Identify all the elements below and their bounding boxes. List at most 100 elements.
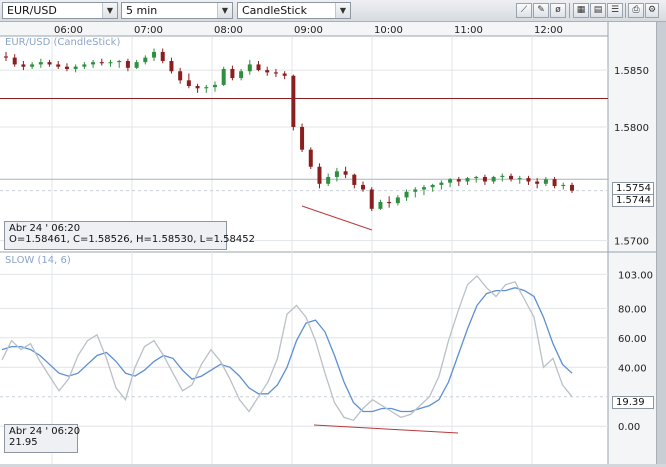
candle-body <box>56 64 61 67</box>
chevron-down-icon[interactable]: ▼ <box>335 3 350 18</box>
candle-body <box>178 71 183 81</box>
candle-body <box>221 68 226 85</box>
candle-body <box>265 70 270 73</box>
candle-body <box>300 126 305 150</box>
interval-select[interactable]: 5 min ▼ <box>121 2 233 19</box>
candle-body <box>4 56 8 58</box>
print-icon[interactable]: ⎙ <box>628 3 644 18</box>
candle-body <box>12 57 17 65</box>
candle-body <box>91 62 96 65</box>
candle-body <box>273 72 278 74</box>
price-tick-label: 1.5800 <box>614 123 649 134</box>
candle-body <box>204 87 209 89</box>
candle-body <box>134 62 139 68</box>
osc-info-value: 21.95 <box>9 437 38 448</box>
candle-body <box>517 178 522 180</box>
candle-body <box>64 66 69 69</box>
candle-body <box>152 51 157 58</box>
candle-body <box>212 84 217 88</box>
toolbar: EUR/USD ▼ 5 min ▼ CandleStick ▼ ⟋ ✎ ø ▦ … <box>0 0 666 22</box>
candle-body <box>482 176 487 182</box>
time-tick-label: 10:00 <box>374 25 403 36</box>
toolbar-divider <box>569 3 570 18</box>
candle-body <box>395 197 400 204</box>
oscillator-tick-label: 40.00 <box>618 363 647 374</box>
candle-body <box>256 64 261 71</box>
erase-icon[interactable]: ø <box>550 3 566 18</box>
candle-body <box>247 64 252 72</box>
chart-type-select[interactable]: CandleStick ▼ <box>237 2 351 19</box>
chevron-down-icon[interactable]: ▼ <box>217 3 232 18</box>
candle-body <box>352 174 357 185</box>
candle-body <box>143 57 148 63</box>
candle-body <box>239 71 244 79</box>
price-tick-label: 1.5850 <box>614 66 649 77</box>
osc-info-date: Abr 24 ' 06:20 <box>9 426 81 437</box>
price-info-ohlc: O=1.58461, C=1.58526, H=1.58530, L=1.584… <box>9 234 255 245</box>
candle-body <box>439 182 444 185</box>
time-tick-label: 06:00 <box>54 25 83 36</box>
candle-body <box>195 86 200 89</box>
price-info-date: Abr 24 ' 06:20 <box>9 223 81 234</box>
osc-info-box: Abr 24 ' 06:20 21.95 <box>4 424 81 453</box>
candle-body <box>570 184 574 191</box>
candle-body <box>361 184 366 190</box>
candle-body <box>73 66 78 69</box>
candle-body <box>421 187 426 190</box>
candle-body <box>326 176 331 184</box>
candle-body <box>160 51 165 62</box>
symbol-select[interactable]: EUR/USD ▼ <box>2 2 118 19</box>
candle-body <box>404 191 409 198</box>
symbol-value: EUR/USD <box>7 4 57 17</box>
pencil-icon[interactable]: ✎ <box>533 3 549 18</box>
candle-body <box>30 64 35 67</box>
candle-body <box>334 171 339 177</box>
candle-body <box>230 68 235 79</box>
settings-icon[interactable]: ⚙ <box>645 3 659 18</box>
candle-body <box>308 149 313 167</box>
candle-body <box>387 201 392 204</box>
candle-body <box>413 189 418 192</box>
candle-body <box>108 62 113 64</box>
interval-value: 5 min <box>126 4 158 17</box>
candle-body <box>552 179 557 187</box>
list-icon[interactable]: ☰ <box>607 3 623 18</box>
time-tick-label: 11:00 <box>454 25 483 36</box>
candle-body <box>47 62 52 65</box>
time-tick-label: 12:00 <box>534 25 563 36</box>
vertical-scrollbar[interactable] <box>656 22 666 464</box>
candle-body <box>378 201 383 209</box>
draw-line-icon[interactable]: ⟋ <box>516 3 532 18</box>
candle-body <box>282 73 287 76</box>
price-panel-title: EUR/USD (CandleStick) <box>5 37 121 48</box>
candle-body <box>526 178 531 182</box>
oscillator-tick-label: 103.00 <box>618 270 653 281</box>
table-icon[interactable]: ▦ <box>573 3 589 18</box>
candle-body <box>291 75 296 127</box>
oscillator-tick-label: 0.00 <box>618 422 640 433</box>
candle-body <box>456 179 461 182</box>
toolbar-divider <box>625 3 626 18</box>
candle-body <box>317 166 322 184</box>
candle-body <box>430 184 435 188</box>
candle-body <box>465 178 470 182</box>
candle-body <box>561 184 566 187</box>
candle-body <box>186 80 191 87</box>
chart-type-value: CandleStick <box>242 4 307 17</box>
time-tick-label: 09:00 <box>294 25 323 36</box>
cursor-price-tag: 1.5744 <box>612 194 654 207</box>
oscillator-tick-label: 60.00 <box>618 334 647 345</box>
oscillator-panel-title: SLOW (14, 6) <box>5 255 71 266</box>
candle-body <box>38 62 43 65</box>
chevron-down-icon[interactable]: ▼ <box>102 3 117 18</box>
candle-body <box>448 179 453 183</box>
candle-body <box>117 61 122 63</box>
candle-body <box>99 62 104 64</box>
candle-body <box>535 181 540 184</box>
candle-body <box>343 171 348 175</box>
candle-body <box>369 189 374 209</box>
oscillator-tick-label: 80.00 <box>618 304 647 315</box>
grid-icon[interactable]: ▤ <box>590 3 606 18</box>
candle-body <box>500 175 505 177</box>
price-info-box: Abr 24 ' 06:20 O=1.58461, C=1.58526, H=1… <box>4 221 255 250</box>
